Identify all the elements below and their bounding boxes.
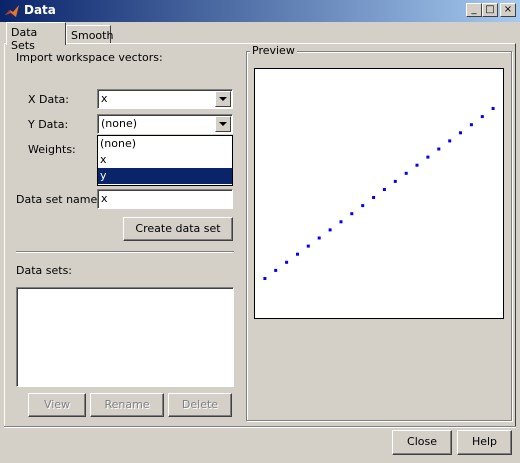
data-point: [296, 252, 299, 256]
data-point: [372, 196, 376, 199]
view-label: View: [43, 398, 71, 411]
data-point: [448, 139, 452, 143]
data-point: [306, 244, 310, 248]
rename-button[interactable]: Rename: [90, 393, 164, 417]
x-data-label: X Data:: [28, 93, 70, 106]
close-window-button[interactable]: ×: [500, 3, 516, 17]
data-point: [393, 179, 397, 183]
import-heading: Import workspace vectors:: [16, 51, 163, 64]
data-point: [491, 107, 495, 110]
data-point: [459, 131, 462, 135]
y-data-select[interactable]: (none): [97, 114, 233, 134]
chevron-down-icon[interactable]: [215, 91, 231, 107]
preview-plot-area: [254, 68, 504, 319]
data-point: [317, 236, 321, 240]
data-point: [480, 115, 484, 119]
data-point: [361, 204, 365, 208]
y-data-value: (none): [101, 117, 138, 130]
maximize-icon: □: [485, 4, 495, 15]
title-bar[interactable]: Data _ □ ×: [0, 0, 520, 22]
dropdown-option-none[interactable]: (none): [98, 136, 232, 152]
tab-data-sets[interactable]: Data Sets: [6, 22, 66, 52]
dataset-name-label: Data set name:: [16, 193, 101, 206]
data-sets-listbox[interactable]: [16, 287, 234, 387]
data-point: [339, 220, 343, 224]
data-point: [426, 155, 430, 159]
preview-title: Preview: [250, 44, 297, 57]
y-data-dropdown-list[interactable]: (none) x y: [97, 135, 233, 186]
footer-divider: [4, 426, 516, 428]
tab-smooth-label: Smooth: [71, 29, 114, 42]
help-button[interactable]: Help: [457, 430, 512, 455]
create-data-set-button[interactable]: Create data set: [123, 217, 233, 241]
dropdown-option-x[interactable]: x: [98, 152, 232, 168]
data-point: [263, 277, 267, 280]
create-data-set-label: Create data set: [135, 222, 221, 235]
weights-label: Weights:: [28, 143, 76, 156]
data-point: [437, 147, 441, 151]
delete-label: Delete: [181, 398, 219, 411]
data-point: [328, 228, 332, 232]
close-button[interactable]: Close: [392, 430, 452, 455]
dropdown-option-y[interactable]: y: [98, 168, 232, 184]
close-icon: ×: [503, 4, 513, 15]
tab-smooth[interactable]: Smooth: [66, 25, 114, 43]
rename-label: Rename: [104, 398, 150, 411]
preview-plot: [254, 68, 504, 319]
matlab-logo-icon: [4, 3, 20, 19]
data-point: [415, 163, 419, 167]
close-label: Close: [407, 435, 437, 448]
delete-button[interactable]: Delete: [168, 393, 232, 417]
dataset-name-input[interactable]: x: [97, 189, 233, 209]
tab-data-sets-label: Data Sets: [11, 26, 38, 52]
data-point: [350, 212, 354, 216]
x-data-select[interactable]: x: [97, 89, 233, 109]
section-divider: [16, 251, 234, 253]
data-point: [285, 260, 289, 264]
chevron-down-icon[interactable]: [215, 116, 231, 132]
minimize-icon: _: [471, 4, 477, 15]
window-title: Data: [24, 3, 56, 17]
help-label: Help: [471, 435, 498, 448]
x-data-value: x: [101, 92, 108, 105]
minimize-button[interactable]: _: [466, 3, 482, 17]
dataset-name-value: x: [101, 192, 108, 205]
data-point: [274, 268, 278, 272]
y-data-label: Y Data:: [28, 118, 69, 131]
data-sets-label: Data sets:: [16, 264, 73, 277]
view-button[interactable]: View: [28, 393, 86, 417]
data-point: [469, 123, 473, 127]
data-point: [404, 171, 408, 175]
data-point: [382, 188, 386, 191]
maximize-button[interactable]: □: [482, 3, 498, 17]
